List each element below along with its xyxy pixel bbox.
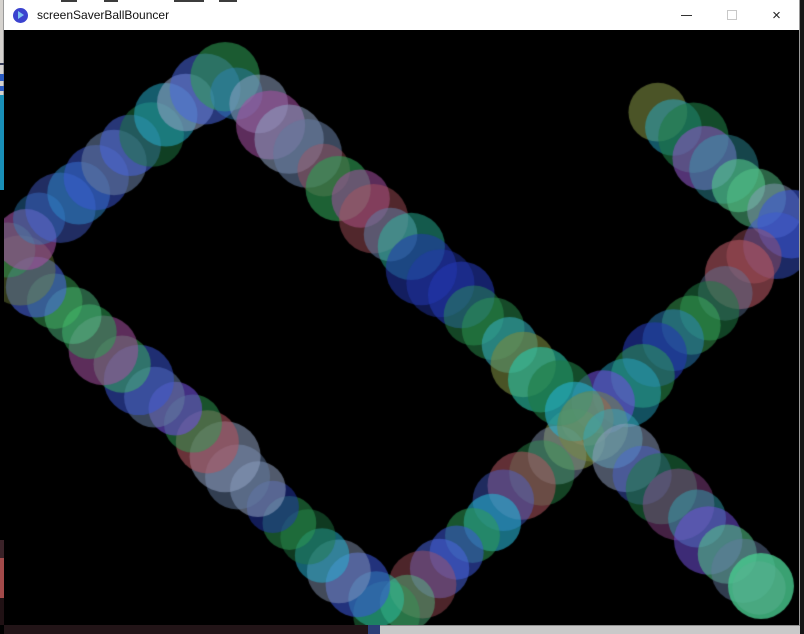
screensaver-area [4,30,799,625]
app-window: screenSaverBallBouncer × [4,0,800,625]
titlebar[interactable]: screenSaverBallBouncer × [4,0,799,30]
top-edge-artifact [174,0,204,2]
top-edge-artifact [61,0,77,2]
ball-canvas[interactable] [4,30,799,625]
screen: screenSaverBallBouncer × [0,0,804,634]
background-right-sliver [800,0,804,634]
minimize-icon [681,15,692,16]
top-edge-artifact [219,0,237,2]
play-icon [18,11,24,19]
maximize-icon [727,10,737,20]
background-bottom-blue-square [368,625,380,634]
background-bottom-gray-bar [380,625,800,634]
window-title: screenSaverBallBouncer [37,8,169,22]
top-edge-artifact [104,0,118,2]
close-button[interactable]: × [754,0,799,30]
background-bottom-strip [4,625,800,634]
app-icon [13,8,28,23]
maximize-button[interactable] [709,0,754,30]
minimize-button[interactable] [664,0,709,30]
window-controls: × [664,0,799,30]
